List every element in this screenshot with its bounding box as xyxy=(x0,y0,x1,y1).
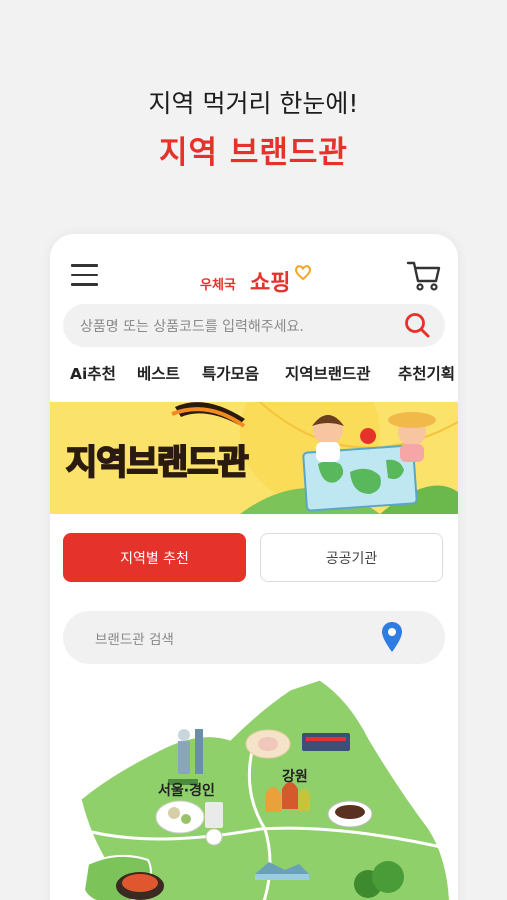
tab-recommended-plan[interactable]: 추천기획 xyxy=(398,362,455,384)
tab-special-deals[interactable]: 특가모음 xyxy=(202,362,259,384)
regional-brand-banner[interactable]: 지역브랜드관 xyxy=(50,402,458,514)
logo-heart-icon xyxy=(295,265,311,281)
brand-search-bar[interactable]: 브랜드관 검색 xyxy=(63,611,445,664)
logo-big-text: 쇼핑 xyxy=(250,271,291,296)
product-search-bar[interactable]: 상품명 또는 상품코드를 입력해주세요. xyxy=(63,304,445,347)
tab-best[interactable]: 베스트 xyxy=(137,362,180,384)
banner-title: 지역브랜드관 xyxy=(65,435,250,484)
post-shopping-logo[interactable]: 우체국 쇼핑 xyxy=(198,262,318,296)
map-illustration xyxy=(78,679,452,900)
hamburger-menu-icon[interactable] xyxy=(71,264,98,286)
app-screen: 우체국 쇼핑 상품명 또는 상품코드를 입력해주세요. Ai추천 베스트 특가모… xyxy=(50,234,458,900)
banner-title-part2: 브랜드관 xyxy=(126,442,250,484)
tab-regional-brand[interactable]: 지역브랜드관 xyxy=(285,362,371,384)
category-tabs: Ai추천 베스트 특가모음 지역브랜드관 추천기획 xyxy=(50,362,458,388)
cart-icon[interactable] xyxy=(406,258,442,292)
logo-small-text: 우체국 xyxy=(200,278,236,293)
search-icon[interactable] xyxy=(403,311,431,339)
tab-ai-recommend[interactable]: Ai추천 xyxy=(70,362,116,384)
search-input[interactable]: 상품명 또는 상품코드를 입력해주세요. xyxy=(80,316,304,336)
promo-title: 지역 브랜드관 xyxy=(159,135,348,171)
promo-headline: 지역 먹거리 한눈에! xyxy=(148,89,359,118)
map-label-gangwon[interactable]: 강원 xyxy=(282,766,308,786)
map-label-seoul-gyeongin[interactable]: 서울·경인 xyxy=(158,780,215,800)
korea-region-map[interactable]: 서울·경인 강원 충북 xyxy=(50,679,458,900)
region-recommend-button[interactable]: 지역별 추천 xyxy=(63,533,246,582)
banner-title-part1: 지역 xyxy=(65,442,129,484)
location-pin-icon[interactable] xyxy=(381,621,403,653)
brand-search-input[interactable]: 브랜드관 검색 xyxy=(95,628,174,648)
top-bar: 우체국 쇼핑 xyxy=(50,256,458,296)
public-agency-button[interactable]: 공공기관 xyxy=(260,533,443,582)
